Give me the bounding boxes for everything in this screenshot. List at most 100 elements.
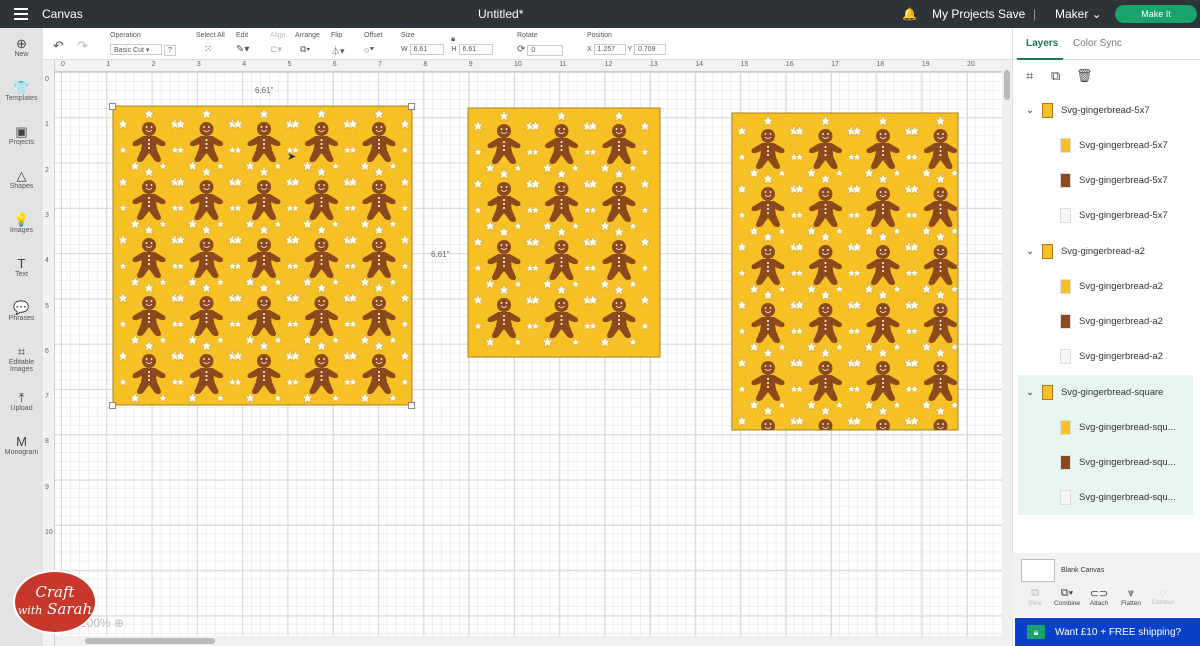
layer-item[interactable]: Svg-gingerbread-5x7 [1018, 198, 1193, 233]
star [796, 443, 804, 451]
layer-item[interactable]: Svg-gingerbread-5x7 [1018, 163, 1193, 198]
layer-thumbnail [1060, 279, 1071, 294]
star [911, 443, 919, 451]
contour-label: Contour [1151, 599, 1175, 606]
star [961, 126, 972, 136]
designs-layer [112, 105, 972, 468]
mouse-cursor-icon: ➤ [287, 151, 297, 163]
layer-thumbnail [1060, 349, 1071, 364]
star [905, 443, 913, 451]
attach-label: Attach [1089, 600, 1109, 607]
group-icon[interactable]: ⌗ [1026, 68, 1033, 84]
star [963, 443, 971, 451]
layer-item[interactable]: Svg-gingerbread-a2 [1018, 304, 1193, 339]
blank-canvas-label: Blank Canvas [1061, 567, 1105, 574]
flatten-label: Flatten [1121, 600, 1141, 607]
gingerbread-a2-design[interactable] [731, 112, 972, 468]
layer-thumbnail [1041, 385, 1053, 400]
star [961, 358, 972, 368]
promo-text: Want £10 + FREE shipping? [1055, 626, 1182, 638]
chevron-down-icon[interactable]: ⌄ [1026, 246, 1034, 257]
gingerbread-square-design[interactable] [112, 105, 413, 406]
tab-color-sync[interactable]: Color Sync [1073, 38, 1122, 49]
craft-with-sarah-logo: Craft with Sarah [13, 570, 97, 634]
combine-label: Combine [1053, 600, 1080, 607]
star [963, 211, 971, 219]
resize-handle[interactable] [109, 402, 116, 409]
delete-icon[interactable]: 🗑︎ [1076, 68, 1093, 84]
layer-item[interactable]: Svg-gingerbread-a2 [1018, 339, 1193, 374]
layer-thumbnail [1060, 420, 1071, 435]
resize-handle[interactable] [408, 103, 415, 110]
star [893, 459, 901, 467]
layer-name: Svg-gingerbread-a2 [1060, 246, 1145, 257]
vertical-scrollbar[interactable] [1002, 60, 1012, 646]
star [963, 385, 971, 393]
star [806, 458, 817, 468]
star [778, 459, 786, 467]
layer-name: Svg-gingerbread-5x7 [1079, 175, 1168, 186]
layer-name: Svg-gingerbread-square [1060, 387, 1164, 398]
flatten-button[interactable]: ⩔ Flatten [1116, 587, 1146, 607]
star [963, 327, 971, 335]
gingerbread-5x7-design[interactable] [467, 107, 661, 358]
layer-group[interactable]: ⌄ Svg-gingerbread-square [1018, 375, 1193, 410]
star [790, 443, 798, 451]
layer-name: Svg-gingerbread-a2 [1079, 281, 1163, 292]
star [921, 458, 932, 468]
machine-select[interactable]: Maker ⌄ [1055, 7, 1102, 21]
flatten-icon: ⩔ [1127, 587, 1135, 599]
gift-icon: 🔒︎ [1027, 625, 1045, 639]
resize-handle[interactable] [109, 103, 116, 110]
layer-thumbnail [1060, 490, 1071, 505]
layer-name: Svg-gingerbread-5x7 [1060, 105, 1150, 116]
height-dimension: 6.61" [431, 250, 450, 259]
chevron-down-icon[interactable]: ⌄ [1026, 105, 1034, 116]
layer-item[interactable]: Svg-gingerbread-squ... [1018, 410, 1193, 445]
star [864, 458, 875, 468]
layer-item[interactable]: Svg-gingerbread-5x7 [1018, 128, 1193, 163]
layer-name: Svg-gingerbread-5x7 [1079, 140, 1168, 151]
layers-list: ⌄ Svg-gingerbread-5x7 Svg-gingerbread-5x7 S… [1018, 93, 1193, 553]
layer-item[interactable]: Svg-gingerbread-squ... [1018, 480, 1193, 515]
star [963, 269, 971, 277]
contour-button[interactable]: ◌ Contour [1148, 587, 1178, 606]
layer-item[interactable]: Svg-gingerbread-squ... [1018, 445, 1193, 480]
star [749, 458, 760, 468]
layer-thumbnail [1060, 455, 1071, 470]
contour-icon: ◌ [1159, 587, 1167, 599]
layer-name: Svg-gingerbread-5x7 [1079, 210, 1168, 221]
width-dimension: 6.61" [255, 86, 274, 95]
panel-bottom: Blank Canvas ⧉ Slice ⧉▾ Combine ⊂⊃ Attach ⩔ Fla… [1012, 553, 1200, 617]
slice-button[interactable]: ⧉ Slice [1020, 587, 1050, 607]
layer-item[interactable]: Svg-gingerbread-a2 [1018, 269, 1193, 304]
combine-icon: ⧉▾ [1060, 587, 1074, 599]
blank-canvas-swatch[interactable] [1021, 559, 1055, 582]
layer-thumbnail [1060, 138, 1071, 153]
promo-banner[interactable]: 🔒︎ Want £10 + FREE shipping? [1015, 618, 1200, 646]
star [848, 443, 856, 451]
horizontal-scrollbar[interactable] [55, 636, 1002, 646]
slice-icon: ⧉ [1031, 587, 1039, 599]
star [738, 443, 746, 451]
combine-button[interactable]: ⧉▾ Combine [1052, 587, 1082, 607]
star [961, 300, 972, 310]
layer-name: Svg-gingerbread-a2 [1079, 316, 1163, 327]
attach-button[interactable]: ⊂⊃ Attach [1084, 587, 1114, 607]
tab-layers[interactable]: Layers [1026, 38, 1058, 49]
layer-group[interactable]: ⌄ Svg-gingerbread-5x7 [1018, 93, 1193, 128]
layer-name: Svg-gingerbread-squ... [1079, 457, 1176, 468]
resize-handle[interactable] [408, 402, 415, 409]
layer-thumbnail [1060, 314, 1071, 329]
save-button[interactable]: Save [998, 7, 1025, 21]
layer-group[interactable]: ⌄ Svg-gingerbread-a2 [1018, 234, 1193, 269]
star [836, 459, 844, 467]
layer-thumbnail [1041, 244, 1053, 259]
layer-thumbnail [1041, 103, 1053, 118]
star [951, 459, 959, 467]
chevron-down-icon[interactable]: ⌄ [1026, 387, 1034, 398]
make-it-button[interactable]: Make It [1115, 5, 1197, 23]
duplicate-icon[interactable]: ⧉ [1051, 68, 1060, 84]
star [853, 443, 861, 451]
layer-name: Svg-gingerbread-squ... [1079, 492, 1176, 503]
